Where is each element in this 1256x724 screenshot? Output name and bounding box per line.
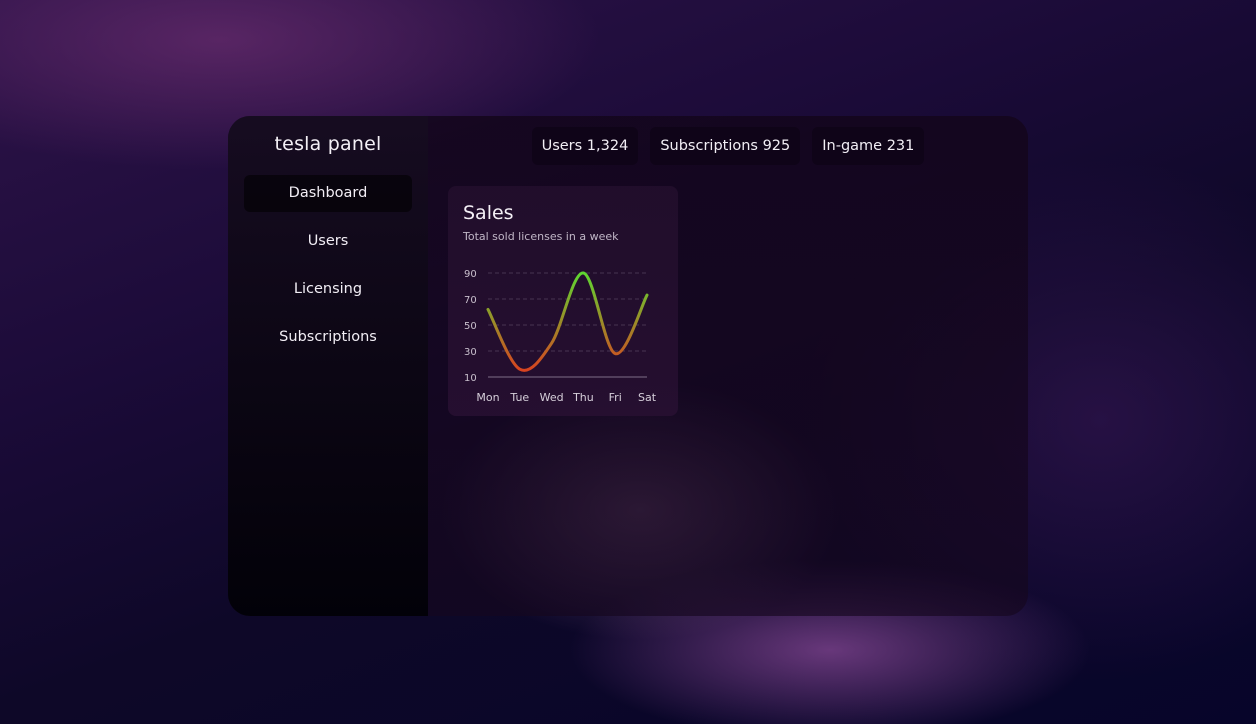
sidebar-item-subscriptions[interactable]: Subscriptions <box>244 319 412 356</box>
sales-series-line <box>486 271 649 372</box>
y-tick-label: 70 <box>464 295 477 306</box>
stat-in-game: In-game 231 <box>812 127 925 165</box>
data-point-tue <box>518 368 521 371</box>
main-content: Users 1,324 Subscriptions 925 In-game 23… <box>428 116 1028 616</box>
stat-subscriptions: Subscriptions 925 <box>650 127 801 165</box>
x-tick-label: Sat <box>638 391 657 404</box>
sidebar-item-users[interactable]: Users <box>244 223 412 260</box>
data-point-wed <box>550 342 553 345</box>
y-tick-label: 50 <box>464 321 477 332</box>
sales-chart: 10 30 50 70 90 Mon Tue Wed Thu Fri Sat <box>464 269 657 404</box>
x-tick-label: Wed <box>540 391 564 404</box>
x-tick-label: Tue <box>509 391 529 404</box>
data-point-sat <box>646 294 649 297</box>
y-tick-label: 90 <box>464 269 477 280</box>
brand-title: tesla panel <box>274 133 382 155</box>
app-panel: tesla panel Dashboard Users Licensing Su… <box>228 116 1028 616</box>
stats-bar: Users 1,324 Subscriptions 925 In-game 23… <box>428 127 1028 165</box>
sidebar: tesla panel Dashboard Users Licensing Su… <box>228 116 428 616</box>
sidebar-item-dashboard[interactable]: Dashboard <box>244 175 412 212</box>
y-tick-label: 10 <box>464 373 477 384</box>
x-tick-label: Thu <box>572 391 594 404</box>
sidebar-item-licensing[interactable]: Licensing <box>244 271 412 308</box>
data-point-mon <box>487 308 490 311</box>
stat-users: Users 1,324 <box>531 127 639 165</box>
x-tick-label: Mon <box>476 391 499 404</box>
y-tick-label: 30 <box>464 347 477 358</box>
data-point-thu <box>582 272 585 275</box>
x-tick-label: Fri <box>609 391 622 404</box>
sales-card: Sales Total sold licenses in a week 10 30… <box>448 186 678 416</box>
data-point-fri <box>614 352 617 355</box>
